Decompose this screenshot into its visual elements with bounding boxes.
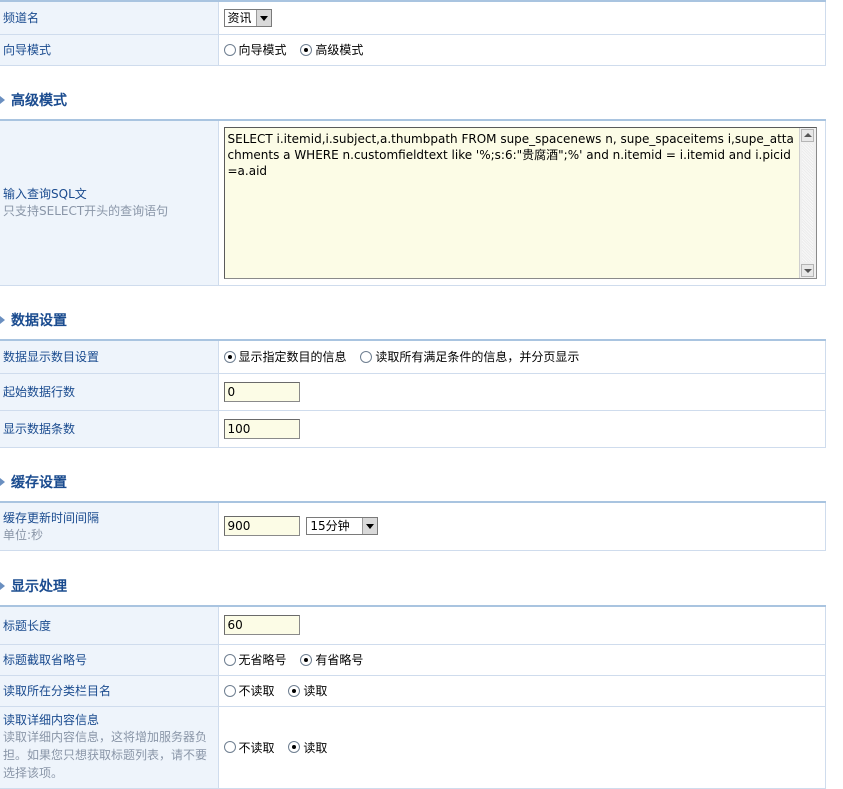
section-arrow-icon [0,96,5,104]
scroll-down-icon[interactable] [800,263,814,277]
radio-category-yes-label: 读取 [303,684,328,698]
category-label: 读取所在分类栏目名 [3,684,112,698]
radio-count-fixed-label: 显示指定数目的信息 [238,350,347,365]
channel-value-cell: 资讯 [218,0,826,35]
section-data: 数据设置 [0,311,67,331]
radio-ellipsis-none-label: 无省略号 [238,653,287,667]
radio-detail-no-label: 不读取 [238,740,275,755]
radio-count-all-label: 读取所有满足条件的信息，并分页显示 [375,350,580,365]
radio-category-no-label: 不读取 [238,684,275,698]
radio-ellipsis-none[interactable] [223,653,236,666]
section-display-title: 显示处理 [11,579,67,595]
section-arrow-icon [0,316,5,324]
section-arrow-icon [0,478,5,486]
display-settings-table: 标题长度 60 标题截取省略号 无省略号 有省略号 读取所在分类栏目名 不读取 … [0,605,826,789]
scroll-track[interactable] [801,143,813,262]
radio-count-all[interactable] [360,350,373,363]
cache-interval-input[interactable]: 900 [223,516,300,537]
section-advanced-title: 高级模式 [11,93,67,109]
category-option-no[interactable]: 不读取 [223,682,275,699]
detail-option-yes[interactable]: 读取 [288,739,327,756]
ellipsis-label: 标题截取省略号 [3,653,88,667]
section-display: 显示处理 [0,577,67,597]
section-cache: 缓存设置 [0,473,67,493]
cache-interval-label: 缓存更新时间间隔 [3,510,100,525]
section-data-title: 数据设置 [11,313,67,329]
detail-hint: 读取详细内容信息，这将增加服务器负担。如果您只想获取标题列表，请不要选择该项。 [3,729,208,780]
category-value-cell: 不读取 读取 [218,675,826,707]
radio-category-yes[interactable] [288,684,301,697]
count-value-cell: 100 [218,410,826,448]
sql-label-cell: 输入查询SQL文 只支持SELECT开头的查询语句 [0,119,219,286]
basic-settings-table: 频道名 资讯 向导模式 向导模式 高级模式 [0,0,826,66]
section-advanced: 高级模式 [0,91,67,111]
start-row-label-cell: 起始数据行数 [0,373,219,411]
guide-mode-label-cell: 向导模式 [0,34,219,66]
chevron-down-icon[interactable] [362,518,378,535]
ellipsis-option-none[interactable]: 无省略号 [223,651,287,668]
title-length-label-cell: 标题长度 [0,605,219,645]
channel-label: 频道名 [3,11,40,26]
cache-interval-select[interactable]: 15分钟 [306,517,379,536]
count-mode-label: 数据显示数目设置 [3,350,100,365]
radio-advanced[interactable] [300,43,313,56]
sql-hint: 只支持SELECT开头的查询语句 [3,204,169,219]
ellipsis-option-yes[interactable]: 有省略号 [300,651,363,668]
sql-label: 输入查询SQL文 [3,187,87,202]
scroll-up-icon[interactable] [800,128,814,142]
radio-wizard-label: 向导模式 [238,43,287,57]
cache-interval-value-cell: 900 15分钟 [218,501,826,551]
radio-wizard[interactable] [223,43,236,56]
count-label-cell: 显示数据条数 [0,410,219,448]
radio-detail-yes[interactable] [288,741,301,753]
radio-detail-no[interactable] [223,741,236,753]
sql-value-cell: SELECT i.itemid,i.subject,a.thumbpath FR… [218,119,826,286]
section-arrow-icon [0,582,5,590]
sql-textarea[interactable]: SELECT i.itemid,i.subject,a.thumbpath FR… [223,126,817,279]
radio-category-no[interactable] [223,684,236,697]
guide-mode-option-advanced[interactable]: 高级模式 [300,41,363,58]
channel-select[interactable]: 资讯 [223,8,272,27]
detail-label-cell: 读取详细内容信息 读取详细内容信息，这将增加服务器负担。如果您只想获取标题列表，… [0,706,219,789]
chevron-down-icon[interactable] [255,9,271,26]
count-mode-option-fixed[interactable]: 显示指定数目的信息 [223,348,347,365]
count-mode-label-cell: 数据显示数目设置 [0,339,219,374]
count-mode-value-cell: 显示指定数目的信息 读取所有满足条件的信息，并分页显示 [218,339,826,374]
cache-interval-select-value: 15分钟 [310,519,350,534]
data-settings-table: 数据显示数目设置 显示指定数目的信息 读取所有满足条件的信息，并分页显示 起始数… [0,339,826,448]
guide-mode-label: 向导模式 [3,43,52,57]
detail-value-cell: 不读取 读取 [218,706,826,789]
cache-settings-table: 缓存更新时间间隔 单位:秒 900 15分钟 [0,501,826,551]
advanced-table: 输入查询SQL文 只支持SELECT开头的查询语句 SELECT i.itemi… [0,119,826,286]
start-row-label: 起始数据行数 [3,385,76,399]
guide-mode-value-cell: 向导模式 高级模式 [218,34,826,66]
title-length-label: 标题长度 [3,618,52,633]
title-length-input[interactable]: 60 [223,615,300,636]
start-row-value-cell: 0 [218,373,826,411]
radio-ellipsis-yes-label: 有省略号 [315,653,364,667]
cache-interval-label-cell: 缓存更新时间间隔 单位:秒 [0,501,219,551]
channel-select-value: 资讯 [227,10,252,25]
category-label-cell: 读取所在分类栏目名 [0,675,219,707]
guide-mode-option-wizard[interactable]: 向导模式 [223,41,287,58]
cache-interval-unit: 单位:秒 [3,527,44,542]
category-option-yes[interactable]: 读取 [288,682,327,699]
count-label: 显示数据条数 [3,422,76,436]
count-mode-option-all[interactable]: 读取所有满足条件的信息，并分页显示 [360,348,579,365]
detail-option-no[interactable]: 不读取 [223,739,275,756]
ellipsis-value-cell: 无省略号 有省略号 [218,644,826,676]
radio-advanced-label: 高级模式 [315,43,364,57]
section-cache-title: 缓存设置 [11,475,67,491]
count-input[interactable]: 100 [223,418,300,439]
textarea-scrollbar[interactable] [798,127,816,278]
title-length-value-cell: 60 [218,605,826,645]
sql-textarea-text: SELECT i.itemid,i.subject,a.thumbpath FR… [227,131,794,178]
radio-detail-yes-label: 读取 [303,740,328,755]
detail-label: 读取详细内容信息 [3,712,100,727]
ellipsis-label-cell: 标题截取省略号 [0,644,219,676]
radio-count-fixed[interactable] [223,350,236,363]
channel-label-cell: 频道名 [0,0,219,35]
start-row-input[interactable]: 0 [223,381,300,402]
radio-ellipsis-yes[interactable] [300,653,313,666]
